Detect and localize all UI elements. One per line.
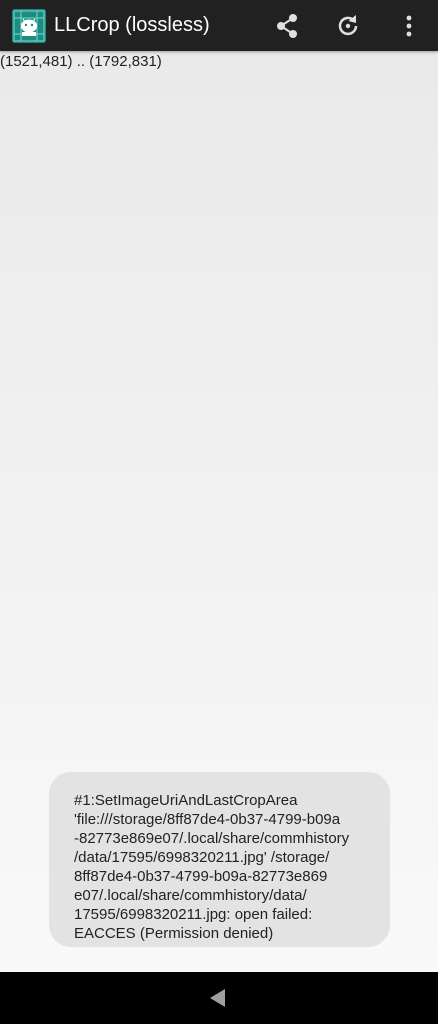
- back-triangle-icon: [210, 989, 225, 1007]
- toast-line: 'file:///storage/8ff87de4-0b37-4799-b09a: [74, 811, 341, 828]
- more-vertical-icon: [406, 15, 412, 37]
- error-toast: #1:SetImageUriAndLastCropArea 'file:///s…: [49, 772, 390, 947]
- app-bar: LLCrop (lossless): [0, 0, 438, 51]
- toast-line: -82773e869e07/.local/share/commhistory: [74, 830, 350, 847]
- rotate-button[interactable]: [328, 6, 368, 46]
- back-button[interactable]: [204, 986, 232, 1010]
- rotate-icon: [338, 15, 358, 36]
- share-icon: [277, 14, 297, 38]
- toast-line: 17595/6998320211.jpg: open failed:: [74, 906, 313, 923]
- llcrop-app-icon: [12, 9, 46, 43]
- crop-coordinates: (1521,481) .. (1792,831): [0, 53, 162, 70]
- toast-line: 8ff87de4-0b37-4799-b09a-82773e869: [74, 868, 328, 885]
- toast-line: EACCES (Permission denied): [74, 925, 274, 942]
- toast-message: #1:SetImageUriAndLastCropArea 'file:///s…: [74, 791, 380, 943]
- toast-line: /data/17595/6998320211.jpg' /storage/: [74, 849, 330, 866]
- overflow-menu-button[interactable]: [389, 6, 429, 46]
- toast-line: #1:SetImageUriAndLastCropArea: [74, 792, 298, 809]
- toast-line: e07/.local/share/commhistory/data/: [74, 887, 307, 904]
- app-title: LLCrop (lossless): [54, 14, 210, 36]
- navigation-bar: [0, 972, 438, 1024]
- share-button[interactable]: [267, 6, 307, 46]
